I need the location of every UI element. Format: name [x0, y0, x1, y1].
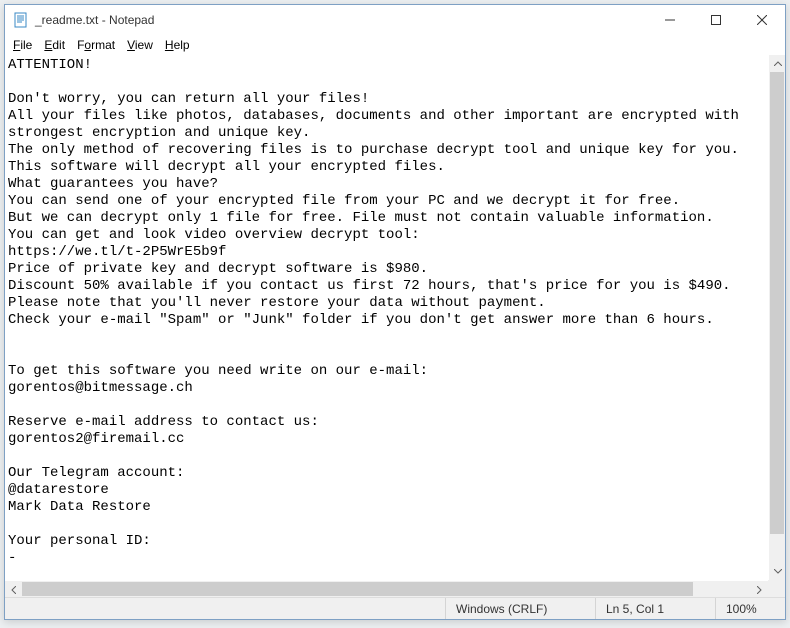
notepad-icon [13, 12, 29, 28]
vertical-scroll-track[interactable] [769, 72, 785, 563]
horizontal-scroll-track[interactable] [22, 581, 751, 597]
editor-area: ATTENTION! Don't worry, you can return a… [5, 55, 785, 597]
status-cursor-position: Ln 5, Col 1 [595, 598, 715, 619]
text-content[interactable]: ATTENTION! Don't worry, you can return a… [5, 55, 785, 597]
horizontal-scroll-thumb[interactable] [22, 582, 693, 596]
maximize-button[interactable] [693, 5, 739, 35]
window-controls [647, 5, 785, 35]
menu-file[interactable]: File [7, 36, 38, 54]
vertical-scrollbar[interactable] [768, 55, 785, 580]
notepad-window: _readme.txt - Notepad File Edit Format V… [4, 4, 786, 620]
close-icon [757, 15, 767, 25]
close-button[interactable] [739, 5, 785, 35]
menu-bar: File Edit Format View Help [5, 35, 785, 55]
chevron-down-icon [774, 569, 782, 574]
title-bar[interactable]: _readme.txt - Notepad [5, 5, 785, 35]
minimize-icon [665, 15, 675, 25]
vertical-scroll-thumb[interactable] [770, 72, 784, 534]
scroll-left-button[interactable] [5, 581, 22, 597]
scroll-corner [768, 580, 785, 597]
status-zoom: 100% [715, 598, 785, 619]
window-title: _readme.txt - Notepad [35, 13, 647, 27]
scroll-right-button[interactable] [751, 581, 768, 597]
chevron-left-icon [11, 586, 16, 594]
menu-help[interactable]: Help [159, 36, 196, 54]
menu-edit[interactable]: Edit [38, 36, 71, 54]
status-spacer [5, 598, 445, 619]
scroll-up-button[interactable] [769, 55, 785, 72]
menu-format[interactable]: Format [71, 36, 121, 54]
minimize-button[interactable] [647, 5, 693, 35]
menu-view[interactable]: View [121, 36, 159, 54]
status-encoding: Windows (CRLF) [445, 598, 595, 619]
maximize-icon [711, 15, 721, 25]
chevron-up-icon [774, 61, 782, 66]
scroll-down-button[interactable] [769, 563, 785, 580]
horizontal-scrollbar[interactable] [5, 580, 768, 597]
status-bar: Windows (CRLF) Ln 5, Col 1 100% [5, 597, 785, 619]
chevron-right-icon [757, 586, 762, 594]
